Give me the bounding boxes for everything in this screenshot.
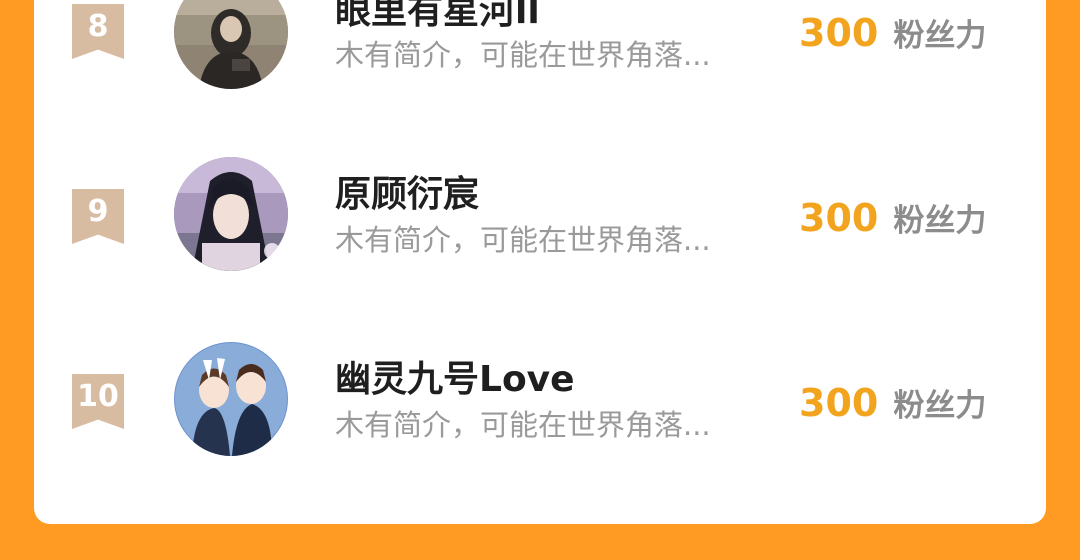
rank-badge: 9 bbox=[72, 189, 124, 244]
user-name[interactable]: 幽灵九号Love bbox=[335, 358, 575, 402]
fan-power: 300 粉丝力 bbox=[799, 197, 986, 247]
rank-number: 9 bbox=[87, 194, 109, 229]
fan-power-value: 300 bbox=[799, 196, 879, 240]
ranking-card: 8 眼里有星河ll 木有简介，可能在世界角落... 300 粉丝力 9 原顾衍宸… bbox=[34, 0, 1046, 524]
fan-power-unit: 粉丝力 bbox=[893, 388, 987, 424]
rank-badge: 10 bbox=[72, 374, 124, 429]
ranking-row[interactable]: 9 原顾衍宸 木有简介，可能在世界角落... 300 粉丝力 bbox=[34, 145, 1046, 295]
rank-badge: 8 bbox=[72, 4, 124, 59]
fan-power: 300 粉丝力 bbox=[799, 12, 986, 62]
user-bio: 木有简介，可能在世界角落... bbox=[335, 38, 711, 72]
rank-number: 10 bbox=[77, 379, 119, 414]
fan-power: 300 粉丝力 bbox=[799, 382, 986, 432]
user-name[interactable]: 眼里有星河ll bbox=[335, 0, 540, 34]
rank-number: 8 bbox=[87, 9, 109, 44]
ranking-row[interactable]: 10 幽灵九号Love 木有简介，可能在世界角落... 300 粉丝力 bbox=[34, 330, 1046, 480]
avatar[interactable] bbox=[174, 342, 288, 456]
ranking-row[interactable]: 8 眼里有星河ll 木有简介，可能在世界角落... 300 粉丝力 bbox=[34, 0, 1046, 110]
avatar[interactable] bbox=[174, 157, 288, 271]
avatar[interactable] bbox=[174, 0, 288, 89]
user-bio: 木有简介，可能在世界角落... bbox=[335, 408, 711, 442]
fan-power-unit: 粉丝力 bbox=[893, 18, 987, 54]
fan-power-value: 300 bbox=[799, 11, 879, 55]
user-bio: 木有简介，可能在世界角落... bbox=[335, 223, 711, 257]
user-name[interactable]: 原顾衍宸 bbox=[335, 173, 479, 217]
fan-power-unit: 粉丝力 bbox=[893, 203, 987, 239]
fan-power-value: 300 bbox=[799, 381, 879, 425]
